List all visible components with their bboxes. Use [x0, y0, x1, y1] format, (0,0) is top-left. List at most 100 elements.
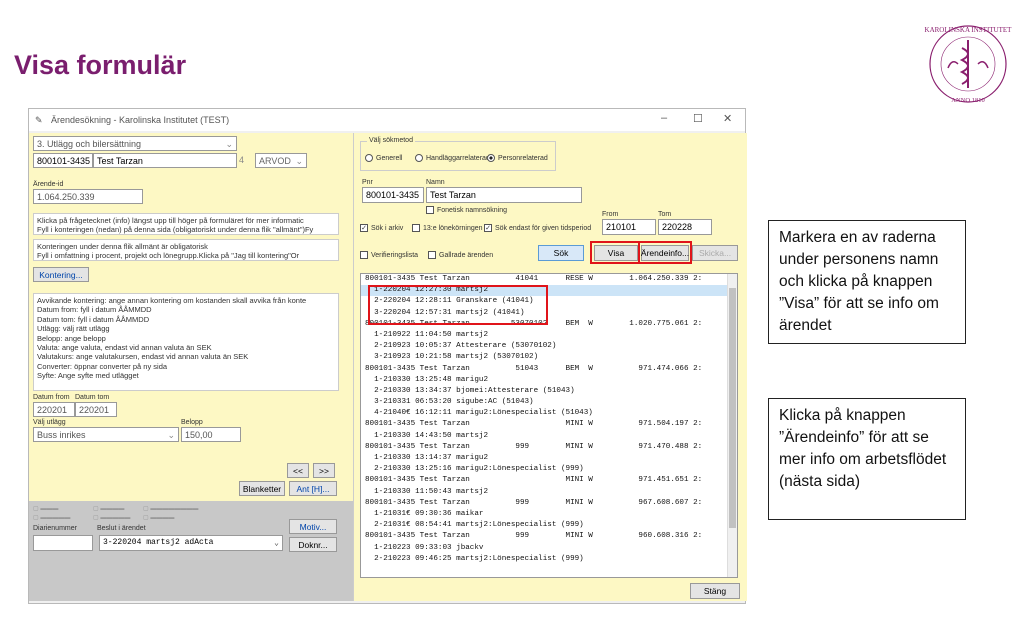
- list-item[interactable]: 1-210330 13:25:48 marigu2: [361, 375, 737, 386]
- belopp-field[interactable]: 150,00: [181, 427, 241, 442]
- disabled-option-6: ▢ ▬▬▬▬: [143, 515, 175, 521]
- search-pnr-field[interactable]: 800101-3435: [362, 187, 424, 203]
- list-item[interactable]: 3-210923 10:21:58 martsj2 (53070102): [361, 352, 737, 363]
- arende-id-field[interactable]: 1.064.250.339: [33, 189, 143, 204]
- beslut-select[interactable]: 3-220204 martsj2 adActa ⌄: [99, 535, 283, 551]
- datum-tom-label: Datum tom: [75, 394, 110, 401]
- chevron-down-icon: ⌄: [167, 430, 175, 440]
- utlagg-select[interactable]: Buss inrikes ⌄: [33, 427, 179, 442]
- arendesokning-window: ✎ Ärendesökning - Karolinska Institutet …: [28, 108, 747, 604]
- disabled-option-2: ▢ ▬▬▬▬▬: [33, 515, 71, 521]
- minimize-icon[interactable]: –: [661, 112, 667, 124]
- sokmetod-group: Välj sökmetod Generell Handläggarrelater…: [360, 137, 556, 171]
- code-select[interactable]: ARVOD ⌄: [255, 153, 307, 168]
- arendeinfo-highlight: [638, 241, 692, 264]
- radio-handlaggare[interactable]: Handläggarrelaterad: [415, 154, 490, 162]
- disabled-option-3: ▢ ▬▬▬▬: [93, 506, 125, 512]
- list-item[interactable]: 1-210330 11:50:43 martsj2: [361, 487, 737, 498]
- kontering-button[interactable]: Kontering...: [33, 267, 89, 282]
- pnr-field[interactable]: 800101-3435: [33, 153, 93, 168]
- list-item[interactable]: 800101-3435 Test Tarzan 999 MINI W 967.6…: [361, 498, 737, 509]
- disabled-option-4: ▢ ▬▬▬▬▬: [93, 515, 131, 521]
- datum-from-label: Datum from: [33, 394, 70, 401]
- list-scrollbar[interactable]: [727, 274, 737, 577]
- list-item[interactable]: 800101-3435 Test Tarzan MINI W 971.504.1…: [361, 419, 737, 430]
- skicka-button: Skicka...: [692, 245, 738, 261]
- chevron-down-icon: ⌄: [295, 156, 303, 166]
- chevron-down-icon: ⌄: [274, 539, 279, 548]
- beslut-label: Beslut i ärendet: [97, 525, 146, 532]
- list-item[interactable]: 800101-3435 Test Tarzan 51043 BEM W 971.…: [361, 364, 737, 375]
- disabled-option-5: ▢ ▬▬▬▬▬▬▬▬: [143, 506, 199, 512]
- diarie-label: Diarienummer: [33, 525, 77, 532]
- rows-highlight: [368, 285, 548, 325]
- datum-from-field[interactable]: 220201: [33, 402, 75, 417]
- list-item[interactable]: 800101-3435 Test Tarzan 999 MINI W 960.6…: [361, 531, 737, 542]
- list-item[interactable]: 1-210922 11:04:50 martsj2: [361, 330, 737, 341]
- diarie-field[interactable]: [33, 535, 93, 551]
- list-item[interactable]: 2-21031€ 08:54:41 martsj2:Lönespecialist…: [361, 520, 737, 531]
- fonetisk-checkbox[interactable]: Fonetisk namnsökning: [426, 206, 507, 214]
- gallrade-checkbox[interactable]: Gallrade ärenden: [428, 251, 493, 259]
- name-field[interactable]: Test Tarzan: [93, 153, 237, 168]
- from-label: From: [602, 211, 619, 218]
- tom-field[interactable]: 220228: [658, 219, 712, 235]
- form-left-panel: 3. Utlägg och bilersättning ⌄ 800101-3435…: [29, 133, 353, 601]
- sok-button[interactable]: Sök: [538, 245, 584, 261]
- svg-text:KAROLINSKA INSTITUTET: KAROLINSKA INSTITUTET: [925, 26, 1013, 34]
- list-item[interactable]: 800101-3435 Test Tarzan MINI W 971.451.6…: [361, 475, 737, 486]
- list-item[interactable]: 2-210923 10:05:37 Attesterare (53070102): [361, 341, 737, 352]
- scrollbar-thumb[interactable]: [729, 288, 736, 528]
- pnr-label: Pnr: [362, 179, 373, 186]
- info-box-3: Avvikande kontering: ange annan konterin…: [33, 293, 339, 391]
- list-item[interactable]: 1-21031€ 09:30:36 maikar: [361, 509, 737, 520]
- arende-id-label: Ärende-id: [33, 181, 64, 188]
- list-item[interactable]: 1-210223 09:33:03 jbackv: [361, 543, 737, 554]
- namn-label: Namn: [426, 179, 445, 186]
- utlagg-label: Välj utlägg: [33, 419, 66, 426]
- visa-highlight: [590, 241, 640, 264]
- list-item[interactable]: 1-210330 14:43:50 martsj2: [361, 431, 737, 442]
- karolinska-seal-logo: KAROLINSKA INSTITUTET ANNO 1810: [925, 25, 1013, 104]
- prev-button[interactable]: <<: [287, 463, 309, 478]
- info-box-2: Konteringen under denna flik allmänt är …: [33, 239, 339, 261]
- list-item[interactable]: 4-21040€ 16:12:11 marigu2:Lönespecialist…: [361, 408, 737, 419]
- tom-label: Tom: [658, 211, 672, 218]
- radio-personrelaterad[interactable]: Personrelaterad: [487, 154, 548, 162]
- list-item[interactable]: 2-210330 13:34:37 bjomei:Attesterare (51…: [361, 386, 737, 397]
- window-titlebar: ✎ Ärendesökning - Karolinska Institutet …: [29, 109, 745, 131]
- window-title: Ärendesökning - Karolinska Institutet (T…: [51, 115, 230, 125]
- list-item[interactable]: 1-210330 13:14:37 marigu2: [361, 453, 737, 464]
- sok-endast-checkbox[interactable]: ✓ Sök endast för given tidsperiod: [484, 224, 591, 232]
- list-item[interactable]: 2-210223 09:46:25 martsj2:Lönespecialist…: [361, 554, 737, 565]
- code-number: 4: [239, 155, 245, 165]
- list-item[interactable]: 3-210331 06:53:20 sigube:AC (51043): [361, 397, 737, 408]
- doknr-button[interactable]: Doknr...: [289, 537, 337, 552]
- verifieringslista-checkbox[interactable]: Verifieringslista: [360, 251, 418, 259]
- stang-button[interactable]: Stäng: [690, 583, 740, 599]
- search-right-panel: Välj sökmetod Generell Handläggarrelater…: [353, 133, 747, 601]
- from-field[interactable]: 210101: [602, 219, 656, 235]
- disabled-option-1: ▢ ▬▬▬: [33, 506, 59, 512]
- blanketter-button[interactable]: Blanketter: [239, 481, 285, 496]
- list-item[interactable]: 800101-3435 Test Tarzan 41041 RESE W 1.0…: [361, 274, 737, 285]
- list-item[interactable]: 800101-3435 Test Tarzan 999 MINI W 971.4…: [361, 442, 737, 453]
- app-icon: ✎: [35, 115, 43, 125]
- next-button[interactable]: >>: [313, 463, 335, 478]
- sok-arkiv-checkbox[interactable]: ✓ Sök i arkiv: [360, 224, 403, 232]
- sokmetod-label: Välj sökmetod: [367, 137, 415, 144]
- svg-text:ANNO 1810: ANNO 1810: [951, 97, 984, 104]
- instruction-note-visa: Markera en av raderna under personens na…: [768, 220, 966, 344]
- category-select[interactable]: 3. Utlägg och bilersättning ⌄: [33, 136, 237, 151]
- datum-tom-field[interactable]: 220201: [75, 402, 117, 417]
- maximize-icon[interactable]: ☐: [693, 112, 703, 125]
- info-box-1: Klicka på frågetecknet (info) längst upp…: [33, 213, 339, 235]
- search-namn-field[interactable]: Test Tarzan: [426, 187, 582, 203]
- lonekorning-checkbox[interactable]: 13:e lönekörningen: [412, 224, 483, 232]
- motiv-button[interactable]: Motiv...: [289, 519, 337, 534]
- radio-generell[interactable]: Generell: [365, 154, 402, 162]
- belopp-label: Belopp: [181, 419, 203, 426]
- ant-button[interactable]: Ant [H]...: [289, 481, 337, 496]
- list-item[interactable]: 2-210330 13:25:16 marigu2:Lönespecialist…: [361, 464, 737, 475]
- close-icon[interactable]: ✕: [723, 112, 732, 125]
